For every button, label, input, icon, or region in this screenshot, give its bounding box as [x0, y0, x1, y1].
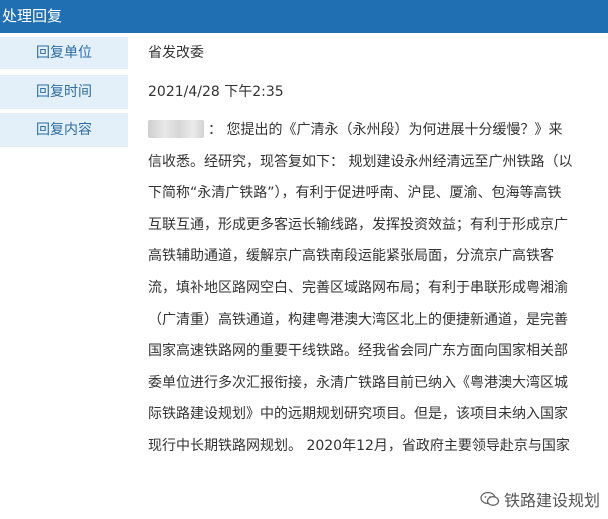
content-line: 流，填补地区路网空白、完善区域路网布局；有利于串联形成粤湘渝	[148, 279, 568, 296]
redacted-name	[148, 120, 204, 138]
reply-unit-label: 回复单位	[0, 37, 128, 69]
content-line: 高铁辅助通道，缓解京广高铁南段运能紧张局面，分流京广高铁客	[148, 248, 554, 265]
wechat-icon	[480, 491, 500, 506]
content-line: 委单位进行多次汇报衔接，永清广铁路目前已纳入《粤港澳大湾区城	[148, 374, 568, 391]
reply-time-label: 回复时间	[0, 75, 128, 109]
reply-unit-row: 回复单位 省发改委	[0, 33, 608, 69]
reply-time-row: 回复时间 2021/4/28 下午2:35	[0, 73, 608, 109]
watermark: 铁路建设规划	[480, 487, 600, 511]
reply-time-value: 2021/4/28 下午2:35	[148, 84, 284, 100]
content-line: 国家高速铁路网的重要干线铁路。经我省会同广东方面向国家相关部	[148, 343, 568, 360]
content-line: 际铁路建设规划》中的远期规划研究项目。但是，该项目未纳入国家	[148, 406, 568, 423]
reply-content-row: 回复内容 ： 您提出的《广清永（永州段）为何进展十分缓慢？》来 信收悉。经研究，…	[0, 113, 608, 519]
reply-content-body: ： 您提出的《广清永（永州段）为何进展十分缓慢？》来 信收悉。经研究，现答复如下…	[148, 120, 596, 468]
content-line: 现行中长期铁路网规划。 2020年12月，省政府主要领导赴京与国家	[148, 437, 570, 454]
header-title: 处理回复	[2, 7, 63, 25]
reply-header: 处理回复	[0, 0, 608, 33]
content-line: 下简称“永清广铁路”），有利于促进呼南、沪昆、厦渝、包海等高铁	[148, 185, 562, 202]
reply-unit-value: 省发改委	[148, 45, 204, 61]
content-line: 互联互通，形成更多客运长输线路，发挥投资效益；有利于形成京广	[148, 216, 568, 233]
content-line: ： 您提出的《广清永（永州段）为何进展十分缓慢？》来	[148, 120, 596, 152]
reply-content-label: 回复内容	[0, 113, 128, 147]
content-line: （广清重）高铁通道，构建粤港澳大湾区北上的便捷新通道，是完善	[148, 311, 568, 328]
content-line: 信收悉。经研究，现答复如下： 规划建设永州经清远至广州铁路（以	[148, 153, 573, 170]
watermark-text: 铁路建设规划	[503, 491, 600, 510]
